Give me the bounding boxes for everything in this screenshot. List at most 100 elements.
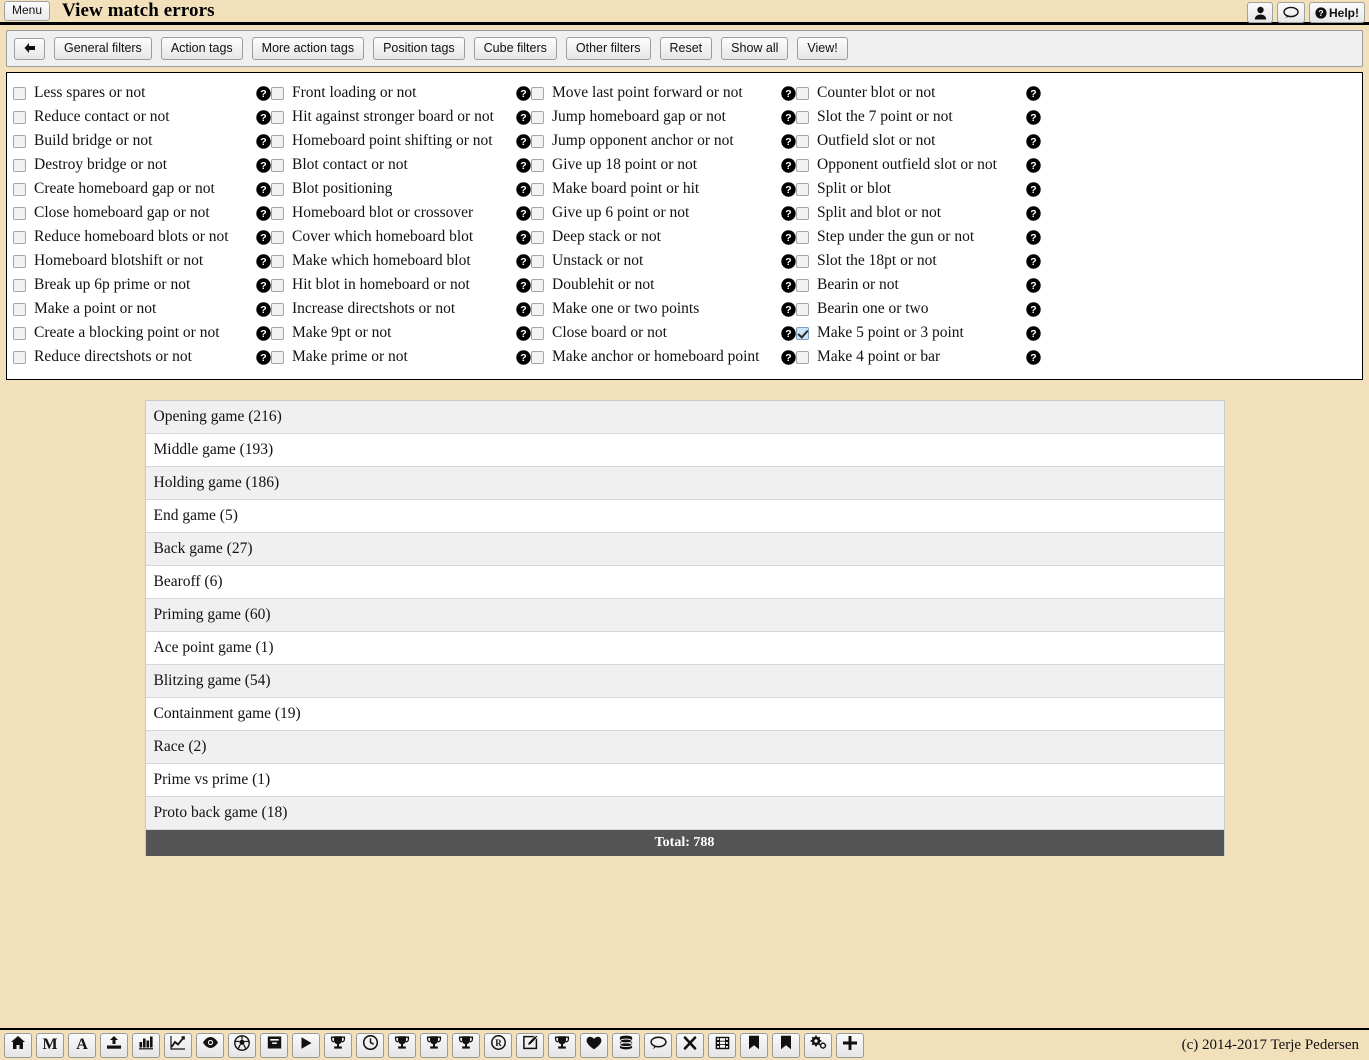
filter-checkbox[interactable] [13,302,26,316]
registered-button[interactable]: R [484,1032,512,1058]
filter-checkbox[interactable] [13,326,26,340]
results-row[interactable]: Priming game (60) [145,599,1224,632]
filter-row[interactable]: Slot the 18pt or not? [796,249,1041,273]
filter-checkbox[interactable] [271,350,284,364]
trophy-button[interactable] [388,1032,416,1058]
other-filters-button[interactable]: Other filters [565,37,651,60]
filter-checkbox[interactable] [531,134,544,148]
help-circle-icon[interactable]: ? [1026,277,1041,293]
trophy-button[interactable] [548,1032,576,1058]
filter-row[interactable]: Hit blot in homeboard or not? [271,273,531,297]
speech-bubble-button[interactable] [644,1032,672,1058]
help-circle-icon[interactable]: ? [781,181,796,197]
play-button[interactable] [292,1032,320,1058]
upload-button[interactable] [100,1032,128,1058]
filter-checkbox[interactable] [531,158,544,172]
filter-row[interactable]: Doublehit or not? [531,273,796,297]
close-x-button[interactable] [676,1032,704,1058]
plus-button[interactable] [836,1032,864,1058]
trophy-button[interactable] [420,1032,448,1058]
filter-row[interactable]: Make which homeboard blot? [271,249,531,273]
filter-checkbox[interactable] [531,254,544,268]
filter-checkbox[interactable] [531,110,544,124]
filter-checkbox[interactable] [13,158,26,172]
results-row[interactable]: Bearoff (6) [145,566,1224,599]
help-circle-icon[interactable]: ? [516,85,531,101]
view-button[interactable]: View! [797,37,848,60]
filter-checkbox[interactable] [271,254,284,268]
filter-row[interactable]: Make anchor or homeboard point? [531,345,796,369]
filter-row[interactable]: Split and blot or not? [796,201,1041,225]
results-row[interactable]: Opening game (216) [145,401,1224,434]
help-circle-icon[interactable]: ? [781,301,796,317]
filter-row[interactable]: Destroy bridge or not? [13,153,271,177]
help-circle-icon[interactable]: ? [516,133,531,149]
results-row[interactable]: Ace point game (1) [145,632,1224,665]
filter-checkbox[interactable] [13,134,26,148]
filter-checkbox[interactable] [796,110,809,124]
help-circle-icon[interactable]: ? [516,181,531,197]
filter-row[interactable]: Jump homeboard gap or not? [531,105,796,129]
show-all-button[interactable]: Show all [721,37,789,60]
filter-row[interactable]: Bearin one or two? [796,297,1041,321]
help-circle-icon[interactable]: ? [516,325,531,341]
filter-checkbox[interactable] [271,182,284,196]
filter-row[interactable]: Give up 18 point or not? [531,153,796,177]
help-circle-icon[interactable]: ? [1026,85,1041,101]
archive-box-button[interactable] [260,1032,288,1058]
filter-checkbox[interactable] [796,134,809,148]
help-circle-icon[interactable]: ? [781,133,796,149]
help-circle-icon[interactable]: ? [256,205,271,221]
results-row[interactable]: End game (5) [145,500,1224,533]
filter-row[interactable]: Blot contact or not? [271,153,531,177]
help-circle-icon[interactable]: ? [1026,325,1041,341]
filter-row[interactable]: Counter blot or not? [796,81,1041,105]
filter-row[interactable]: Unstack or not? [531,249,796,273]
filter-row[interactable]: Build bridge or not? [13,129,271,153]
filter-row[interactable]: Deep stack or not? [531,225,796,249]
clock-button[interactable] [356,1032,384,1058]
filter-checkbox[interactable] [796,86,809,100]
help-circle-icon[interactable]: ? [516,205,531,221]
filter-row[interactable]: Make 4 point or bar? [796,345,1041,369]
help-circle-icon[interactable]: ? [1026,349,1041,365]
filter-row[interactable]: Make 9pt or not? [271,321,531,345]
filter-checkbox[interactable] [13,350,26,364]
edit-pencil-button[interactable] [516,1032,544,1058]
help-circle-icon[interactable]: ? [781,229,796,245]
help-circle-icon[interactable]: ? [516,109,531,125]
filter-row[interactable]: Create homeboard gap or not? [13,177,271,201]
help-circle-icon[interactable]: ? [1026,109,1041,125]
help-circle-icon[interactable]: ? [256,85,271,101]
help-circle-icon[interactable]: ? [256,277,271,293]
filter-checkbox[interactable] [271,110,284,124]
more-action-tags-button[interactable]: More action tags [251,37,365,60]
help-circle-icon[interactable]: ? [256,229,271,245]
filter-row[interactable]: Hit against stronger board or not? [271,105,531,129]
help-circle-icon[interactable]: ? [1026,133,1041,149]
results-row[interactable]: Blitzing game (54) [145,665,1224,698]
filter-row[interactable]: Step under the gun or not? [796,225,1041,249]
filter-row[interactable]: Close homeboard gap or not? [13,201,271,225]
help-circle-icon[interactable]: ? [516,349,531,365]
help-button[interactable]: ? Help! [1309,2,1365,23]
filter-checkbox[interactable] [13,254,26,268]
letter-m-button[interactable]: M [36,1032,64,1058]
filter-row[interactable]: Opponent outfield slot or not? [796,153,1041,177]
filter-checkbox[interactable] [796,350,809,364]
soccer-ball-button[interactable] [228,1032,256,1058]
bookmark-button[interactable] [740,1032,768,1058]
filter-checkbox[interactable] [796,326,809,340]
help-circle-icon[interactable]: ? [256,109,271,125]
help-circle-icon[interactable]: ? [516,301,531,317]
line-chart-button[interactable] [164,1032,192,1058]
reset-button[interactable]: Reset [659,37,713,60]
results-row[interactable]: Proto back game (18) [145,797,1224,830]
results-row[interactable]: Middle game (193) [145,434,1224,467]
filter-row[interactable]: Split or blot? [796,177,1041,201]
help-circle-icon[interactable]: ? [781,349,796,365]
help-circle-icon[interactable]: ? [516,277,531,293]
help-circle-icon[interactable]: ? [256,253,271,269]
help-circle-icon[interactable]: ? [1026,229,1041,245]
help-circle-icon[interactable]: ? [256,325,271,341]
